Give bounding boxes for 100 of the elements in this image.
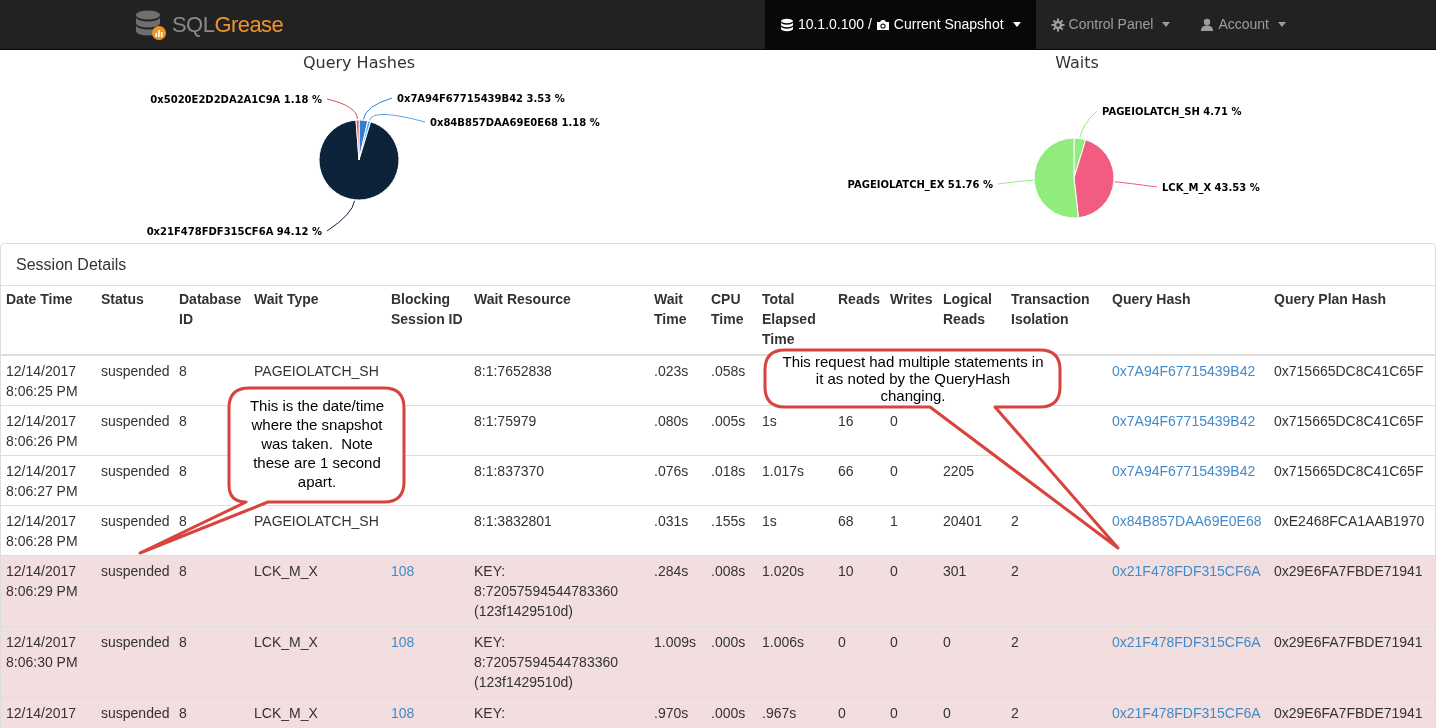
table-cell: LCK_M_X (254, 704, 318, 721)
data-label: PAGEIOLATCH_SH 4.71 % (1102, 106, 1242, 117)
database-icon (779, 17, 794, 32)
table-cell: 301 (943, 562, 967, 579)
table-cell: KEY: (474, 704, 506, 721)
table-cell: 1 (890, 512, 898, 529)
table-cell: 0x715665DC8C41C65F (1274, 363, 1424, 379)
data-label: 0x7A94F67715439B42 3.53 % (397, 93, 565, 104)
table-cell: .970s (654, 704, 689, 721)
table-cell: 12/14/2017 8:06:28 PM (6, 512, 78, 549)
table-cell: 2 (1011, 704, 1019, 721)
table-cell: suspended (101, 633, 170, 650)
table-cell: 1s (762, 512, 777, 529)
table-cell: 1.006s (762, 633, 805, 650)
table-cell: suspended (101, 412, 170, 429)
settings-icon (1050, 17, 1065, 32)
table-cell: 0x29E6FA7FBDE71941 (1274, 633, 1423, 650)
table-cell: 12/14/2017 8:06:29 PM (6, 562, 78, 599)
table-cell: .023s (654, 363, 689, 379)
table-cell: 0 (890, 412, 898, 429)
query-hash-link[interactable]: 0x7A94F67715439B42 (1112, 462, 1256, 479)
leader-line (1079, 110, 1098, 138)
table-cell: 12/14/2017 8:06:30 PM (6, 633, 78, 670)
query-hash-link[interactable]: 0x21F478FDF315CF6A (1112, 704, 1261, 721)
session-link[interactable]: 108 (391, 704, 415, 721)
nav-link[interactable]: Account (1185, 0, 1301, 49)
table-cell: 0 (943, 704, 951, 721)
table-cell: KEY: 8:72057594544783360 (123f1429510d) (474, 562, 619, 619)
table-cell: 8 (179, 633, 187, 650)
table-cell: KEY: 8:72057594544783360 (123f1429510d) (474, 633, 619, 690)
table-cell: 8 (179, 704, 187, 721)
table-cell: .005s (711, 412, 746, 429)
table-cell: 8:1:7652838 (474, 363, 552, 379)
table-cell: suspended (101, 512, 170, 529)
panel-title: Session Details (16, 254, 127, 275)
table-cell: 2205 (943, 462, 975, 479)
callout-text: This is the date/time where the snapshot was taken. Note these are 1 second apart. (248, 396, 386, 491)
table-cell: .031s (654, 512, 689, 529)
table-cell: 0 (890, 562, 898, 579)
data-label: 0x84B857DAA69E0E68 1.18 % (430, 117, 600, 128)
nav-link[interactable]: Control Panel (1035, 0, 1186, 49)
table-cell: 2 (1011, 633, 1019, 650)
table-cell: 0x715665DC8C41C65F (1274, 462, 1424, 479)
table-cell: 8:1:3832801 (474, 512, 552, 529)
table-cell: .018s (711, 462, 746, 479)
data-label: LCK_M_X 43.53 % (1162, 182, 1260, 193)
table-cell: 0 (838, 633, 846, 650)
table-cell: 0 (943, 633, 951, 650)
table-cell: 12/14/2017 8:06:26 PM (6, 412, 78, 449)
table-cell: 8 (179, 512, 187, 529)
leader-line (326, 200, 355, 232)
caret-icon (1012, 22, 1021, 27)
table-cell: .000s (711, 704, 746, 721)
query-hash-link[interactable]: 0x21F478FDF315CF6A (1112, 562, 1261, 579)
table-cell: 10 (838, 562, 854, 579)
session-link[interactable]: 108 (391, 633, 415, 650)
table-cell: 2 (1011, 562, 1019, 579)
table-cell: 8 (179, 412, 187, 429)
table-cell: .284s (654, 562, 689, 579)
table-cell: suspended (101, 462, 170, 479)
leader-line (997, 179, 1034, 185)
table-cell: LCK_M_X (254, 633, 318, 650)
table-cell: suspended (101, 562, 170, 579)
data-label: 0x5020E2D2DA2A1C9A 1.18 % (150, 94, 322, 105)
query-hash-link[interactable]: 0x7A94F67715439B42 (1112, 412, 1256, 429)
table-cell: 12/14/2017 8:06:25 PM (6, 363, 78, 399)
table-cell: 8 (179, 363, 187, 379)
table-cell: 0 (838, 704, 846, 721)
query-hash-link[interactable]: 0x84B857DAA69E0E68 (1112, 512, 1262, 529)
table-cell: LCK_M_X (254, 562, 318, 579)
table-cell: .080s (654, 412, 689, 429)
camera-icon (875, 17, 890, 32)
table-cell: 0x715665DC8C41C65F (1274, 412, 1424, 429)
table-cell: .000s (711, 633, 746, 650)
logo-icon (135, 8, 167, 41)
table-cell: 1.017s (762, 462, 805, 479)
query-hash-link[interactable]: 0x7A94F67715439B42 (1112, 363, 1256, 379)
callout-text: This request had multiple statements in it as noted by the QueryHash changing. (782, 353, 1044, 404)
table-cell: 12/14/2017 (6, 704, 77, 721)
query-hash-link[interactable]: 0x21F478FDF315CF6A (1112, 633, 1261, 650)
leader-line (326, 98, 358, 120)
table-cell: 8 (179, 562, 187, 579)
chart-title: Waits (1055, 53, 1099, 72)
table-cell: 0 (890, 633, 898, 650)
table-cell: .008s (711, 562, 746, 579)
table-cell: .155s (711, 512, 746, 529)
nav-link[interactable]: 10.1.0.100 / Current Snapshot (764, 0, 1036, 49)
table-cell: 8 (179, 462, 187, 479)
table-cell: suspended (101, 704, 170, 721)
table-cell: 8:1:837370 (474, 462, 545, 479)
user-icon (1200, 17, 1215, 32)
table-cell: 1.009s (654, 633, 697, 650)
caret-icon (1162, 22, 1171, 27)
table-cell: 1.020s (762, 562, 805, 579)
session-link[interactable]: 108 (391, 562, 415, 579)
table-cell: 1s (762, 412, 777, 429)
table-cell: .076s (654, 462, 689, 479)
table-cell: 20401 (943, 512, 982, 529)
table-cell: 8:1:75979 (474, 412, 537, 429)
table-cell: 0xE2468FCA1AAB1970 (1274, 512, 1425, 529)
